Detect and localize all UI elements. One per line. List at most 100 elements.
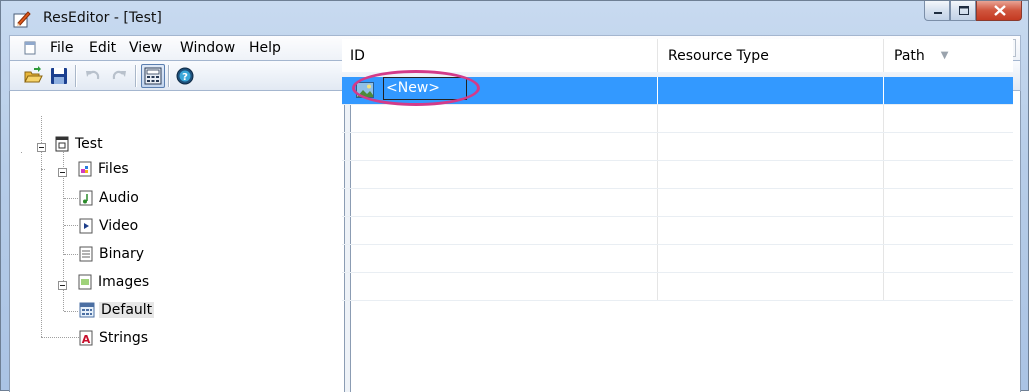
cell-resource-type: [658, 133, 884, 160]
app-icon: [13, 11, 31, 28]
image-resource-icon: [356, 82, 374, 98]
document-icon: [55, 136, 69, 152]
column-header-resource-type[interactable]: Resource Type: [658, 39, 884, 72]
strings-icon: A: [79, 330, 93, 346]
tree-line: [64, 198, 78, 199]
undo-button[interactable]: [81, 64, 105, 88]
cell-resource-type: [658, 245, 884, 272]
tree-item-files[interactable]: Files: [78, 158, 129, 180]
cell-id: [342, 245, 658, 272]
new-row-editor: <New>: [342, 70, 542, 111]
toolbar-separator: [75, 65, 77, 87]
save-button[interactable]: [47, 64, 71, 88]
collapse-toggle-test[interactable]: [37, 143, 46, 152]
sort-chevron-down-icon: ▼: [940, 50, 949, 61]
cell-path[interactable]: [884, 77, 1013, 104]
minimize-icon: [934, 12, 942, 14]
close-icon: [994, 5, 1006, 16]
cell-resource-type: [658, 189, 884, 216]
open-button[interactable]: [21, 64, 45, 88]
help-button[interactable]: ?: [173, 64, 197, 88]
collapse-toggle-images[interactable]: [58, 281, 67, 290]
resource-tree[interactable]: Test Files Audio Video Binary Images Def…: [10, 91, 345, 392]
menu-view[interactable]: View: [129, 40, 162, 56]
table-row: [342, 161, 1013, 189]
close-button[interactable]: [976, 1, 1022, 21]
tree-item-test[interactable]: Test: [55, 133, 103, 155]
cell-resource-type: [658, 161, 884, 188]
minimize-button[interactable]: [924, 1, 950, 21]
app-window: ResEditor - [Test] File Edit View Window…: [0, 0, 1029, 392]
tree-line: [41, 169, 45, 170]
tree-item-binary[interactable]: Binary: [79, 243, 144, 265]
menu-edit[interactable]: Edit: [89, 40, 116, 56]
caption-buttons: [924, 1, 1022, 23]
tree-item-label: Default: [99, 302, 155, 318]
video-file-icon: [79, 218, 93, 234]
document-icon[interactable]: [24, 41, 36, 55]
audio-file-icon: [79, 190, 93, 206]
calculator-button[interactable]: [141, 64, 165, 88]
binary-file-icon: [79, 246, 93, 262]
tree-line: [64, 311, 78, 312]
toolbar-separator: [168, 65, 170, 87]
cell-resource-type[interactable]: [658, 77, 884, 104]
tree-item-label: Images: [98, 274, 150, 290]
tree-item-audio[interactable]: Audio: [79, 187, 139, 209]
cell-id: [342, 217, 658, 244]
tree-item-label: Audio: [99, 190, 139, 206]
tree-item-label: Video: [99, 218, 139, 234]
collapse-toggle-files[interactable]: [58, 168, 67, 177]
cell-resource-type: [658, 105, 884, 132]
svg-text:A: A: [82, 333, 91, 346]
id-edit-field[interactable]: <New>: [383, 77, 467, 100]
column-header-label: Path: [894, 47, 925, 64]
tree-item-images[interactable]: Images: [78, 271, 149, 293]
svg-text:?: ?: [182, 72, 188, 83]
tree-item-label: Test: [75, 136, 103, 152]
tree-line: [64, 254, 78, 255]
tree-line: [63, 139, 64, 255]
open-folder-icon: [24, 66, 43, 83]
image-set-icon: [79, 302, 95, 318]
cell-id: [342, 133, 658, 160]
table-row: [342, 133, 1013, 161]
title-bar[interactable]: ResEditor - [Test]: [1, 1, 1028, 35]
redo-button[interactable]: [107, 64, 131, 88]
toolbar-separator: [135, 65, 137, 87]
tree-line: [21, 152, 22, 153]
tree-item-label: Binary: [99, 246, 144, 262]
maximize-icon: [959, 6, 969, 15]
files-icon: [78, 161, 92, 177]
images-icon: [78, 274, 92, 290]
help-icon: ?: [176, 67, 194, 85]
column-header-id[interactable]: ID: [342, 39, 658, 72]
calculator-icon: [144, 67, 162, 85]
tree-item-video[interactable]: Video: [79, 215, 138, 237]
save-icon: [51, 68, 67, 84]
column-header-label: Resource Type: [668, 47, 769, 64]
tree-item-label: Strings: [99, 330, 149, 346]
redo-icon: [112, 70, 126, 80]
tree-line: [64, 225, 78, 226]
maximize-button[interactable]: [950, 1, 976, 21]
table-row: [342, 217, 1013, 245]
tree-item-strings[interactable]: A Strings: [79, 327, 148, 349]
tree-item-label: Files: [98, 161, 129, 177]
table-row: [342, 273, 1013, 301]
undo-icon: [86, 70, 100, 80]
menu-window[interactable]: Window: [180, 40, 235, 56]
table-row: [342, 189, 1013, 217]
cell-resource-type: [658, 273, 884, 300]
tree-line: [41, 337, 79, 338]
cell-id: [342, 189, 658, 216]
table-row: [342, 245, 1013, 273]
tree-item-default[interactable]: Default: [79, 299, 155, 321]
menu-help[interactable]: Help: [249, 40, 281, 56]
column-header-label: ID: [350, 47, 365, 64]
column-header-path[interactable]: Path ▼: [884, 39, 1013, 72]
list-header: ID Resource Type Path ▼: [342, 39, 1013, 72]
window-title: ResEditor - [Test]: [43, 10, 162, 26]
menu-file[interactable]: File: [50, 40, 73, 56]
cell-id: [342, 273, 658, 300]
